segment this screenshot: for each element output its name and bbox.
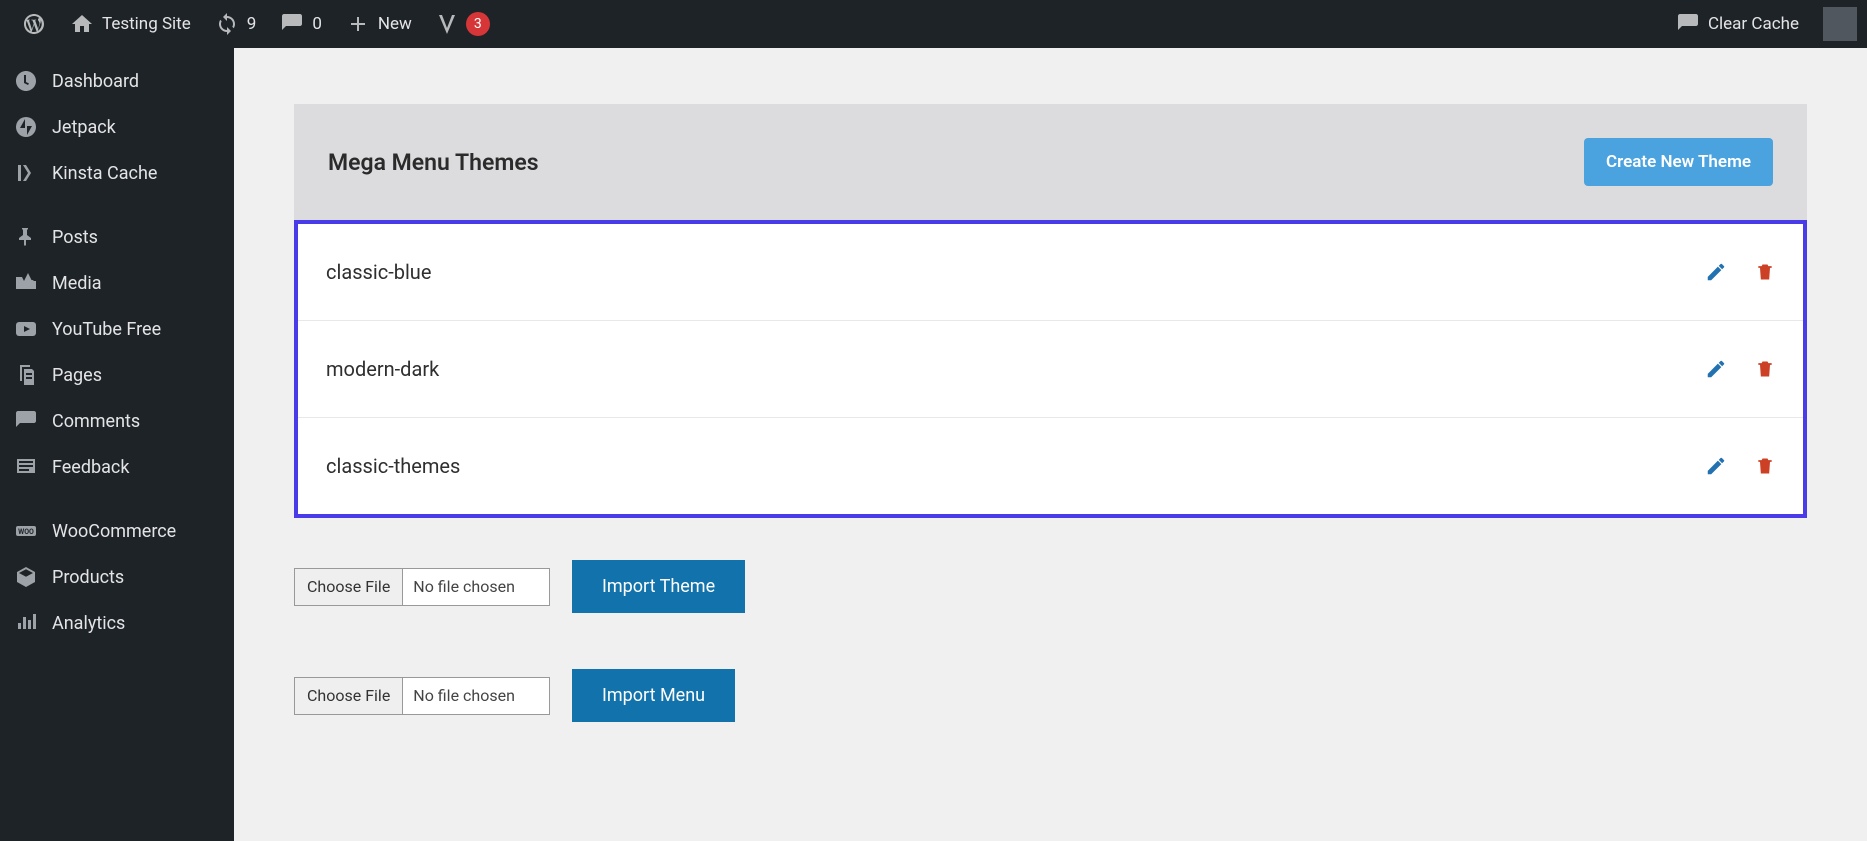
sidebar-item-label: Feedback bbox=[52, 457, 129, 478]
choose-file-button[interactable]: Choose File bbox=[295, 569, 403, 605]
theme-name: classic-themes bbox=[326, 454, 460, 478]
pencil-icon[interactable] bbox=[1705, 261, 1727, 283]
yoast[interactable]: 3 bbox=[424, 0, 502, 48]
import-theme-button[interactable]: Import Theme bbox=[572, 560, 745, 613]
feedback-icon bbox=[14, 455, 38, 479]
pencil-icon[interactable] bbox=[1705, 358, 1727, 380]
pages-icon bbox=[14, 363, 38, 387]
comments-icon bbox=[14, 409, 38, 433]
import-theme-row: Choose File No file chosen Import Theme bbox=[294, 560, 1807, 613]
admin-toolbar: Testing Site 9 0 New 3 Clear Cache bbox=[0, 0, 1867, 48]
yoast-badge: 3 bbox=[466, 12, 490, 36]
clear-cache-label: Clear Cache bbox=[1708, 14, 1799, 34]
trash-icon[interactable] bbox=[1755, 455, 1775, 477]
choose-file-button[interactable]: Choose File bbox=[295, 678, 403, 714]
file-input-theme[interactable]: Choose File No file chosen bbox=[294, 568, 550, 606]
sidebar-item-youtube[interactable]: YouTube Free bbox=[0, 306, 234, 352]
kinsta-icon bbox=[14, 161, 38, 185]
jetpack-icon bbox=[14, 115, 38, 139]
sidebar-item-label: Products bbox=[52, 567, 124, 588]
sidebar-item-woo[interactable]: WOO WooCommerce bbox=[0, 508, 234, 554]
import-menu-row: Choose File No file chosen Import Menu bbox=[294, 669, 1807, 722]
youtube-icon bbox=[14, 317, 38, 341]
plus-icon bbox=[346, 12, 370, 36]
file-input-menu[interactable]: Choose File No file chosen bbox=[294, 677, 550, 715]
home-icon bbox=[70, 12, 94, 36]
comments-count: 0 bbox=[312, 14, 322, 34]
theme-row: classic-themes bbox=[298, 418, 1803, 514]
sidebar-item-dashboard[interactable]: Dashboard bbox=[0, 58, 234, 104]
theme-row: classic-blue bbox=[298, 224, 1803, 321]
wp-logo[interactable] bbox=[10, 0, 58, 48]
media-icon bbox=[14, 271, 38, 295]
panel-title: Mega Menu Themes bbox=[328, 149, 539, 176]
dashboard-icon bbox=[14, 69, 38, 93]
theme-row: modern-dark bbox=[298, 321, 1803, 418]
yoast-icon bbox=[436, 12, 460, 36]
comment-icon bbox=[280, 12, 304, 36]
sidebar-item-media[interactable]: Media bbox=[0, 260, 234, 306]
box-icon bbox=[14, 565, 38, 589]
admin-sidebar: Dashboard Jetpack Kinsta Cache Posts Med… bbox=[0, 48, 234, 841]
theme-name: classic-blue bbox=[326, 260, 431, 284]
sidebar-item-comments[interactable]: Comments bbox=[0, 398, 234, 444]
import-menu-button[interactable]: Import Menu bbox=[572, 669, 735, 722]
sidebar-item-label: Jetpack bbox=[52, 117, 116, 138]
svg-text:WOO: WOO bbox=[18, 528, 34, 536]
sidebar-item-label: Pages bbox=[52, 365, 102, 386]
new-content[interactable]: New bbox=[334, 0, 424, 48]
sidebar-item-label: Comments bbox=[52, 411, 140, 432]
comments-link[interactable]: 0 bbox=[268, 0, 334, 48]
trash-icon[interactable] bbox=[1755, 261, 1775, 283]
theme-name: modern-dark bbox=[326, 357, 439, 381]
user-avatar[interactable] bbox=[1823, 7, 1857, 41]
sidebar-item-label: Analytics bbox=[52, 613, 125, 634]
wordpress-icon bbox=[22, 12, 46, 36]
sidebar-item-kinsta[interactable]: Kinsta Cache bbox=[0, 150, 234, 196]
new-label: New bbox=[378, 14, 412, 34]
analytics-icon bbox=[14, 611, 38, 635]
sidebar-item-products[interactable]: Products bbox=[0, 554, 234, 600]
trash-icon[interactable] bbox=[1755, 358, 1775, 380]
updates-count: 9 bbox=[247, 14, 257, 34]
file-status-text: No file chosen bbox=[403, 577, 525, 596]
sidebar-item-jetpack[interactable]: Jetpack bbox=[0, 104, 234, 150]
create-theme-button[interactable]: Create New Theme bbox=[1584, 138, 1773, 186]
chat-icon bbox=[1676, 12, 1700, 36]
panel-header: Mega Menu Themes Create New Theme bbox=[294, 104, 1807, 220]
woo-icon: WOO bbox=[14, 519, 38, 543]
sidebar-item-feedback[interactable]: Feedback bbox=[0, 444, 234, 490]
sidebar-item-label: Posts bbox=[52, 227, 98, 248]
clear-cache[interactable]: Clear Cache bbox=[1664, 0, 1811, 48]
refresh-icon bbox=[215, 12, 239, 36]
pencil-icon[interactable] bbox=[1705, 455, 1727, 477]
file-status-text: No file chosen bbox=[403, 686, 525, 705]
sidebar-item-posts[interactable]: Posts bbox=[0, 214, 234, 260]
sidebar-item-label: Dashboard bbox=[52, 71, 139, 92]
sidebar-item-label: WooCommerce bbox=[52, 521, 176, 542]
main-content: Mega Menu Themes Create New Theme classi… bbox=[234, 48, 1867, 841]
sidebar-item-label: Kinsta Cache bbox=[52, 163, 157, 184]
sidebar-item-pages[interactable]: Pages bbox=[0, 352, 234, 398]
sidebar-item-analytics[interactable]: Analytics bbox=[0, 600, 234, 646]
themes-list: classic-blue modern-dark classic-themes bbox=[294, 220, 1807, 518]
pin-icon bbox=[14, 225, 38, 249]
updates[interactable]: 9 bbox=[203, 0, 269, 48]
sidebar-item-label: Media bbox=[52, 273, 102, 294]
site-home[interactable]: Testing Site bbox=[58, 0, 203, 48]
sidebar-item-label: YouTube Free bbox=[52, 319, 161, 340]
site-title: Testing Site bbox=[102, 14, 191, 34]
